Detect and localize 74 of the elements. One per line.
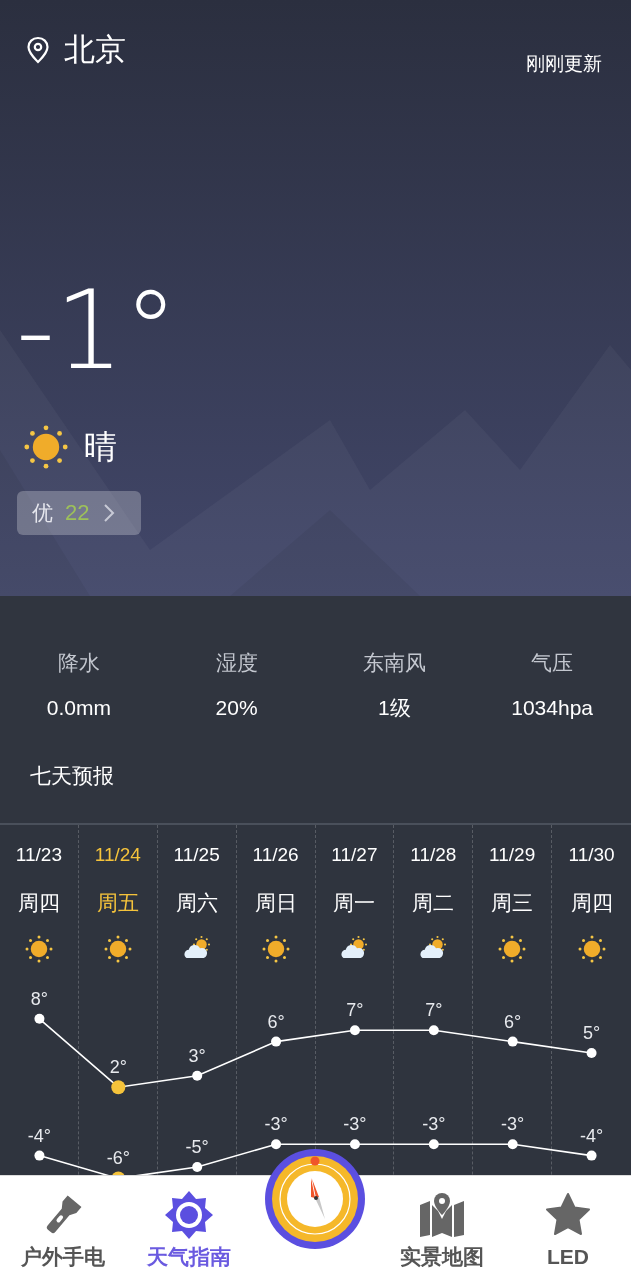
stat-label: 降水: [57, 652, 100, 673]
data-point: [349, 1139, 360, 1150]
nav-tab[interactable]: 实景地图: [378, 1176, 505, 1280]
data-point: [507, 1139, 518, 1150]
forecast-weekday: 周五: [96, 892, 139, 913]
data-point: [586, 1048, 597, 1058]
forecast-date: 11/28: [410, 845, 457, 864]
data-label: -5°: [185, 1137, 209, 1157]
data-label: 7°: [425, 1000, 443, 1021]
sun-icon: [497, 934, 528, 964]
sun-icon: [260, 934, 291, 964]
data-point: [34, 1150, 45, 1161]
data-label: -4°: [579, 1125, 604, 1146]
data-point: [428, 1025, 439, 1036]
chevron-right-icon: [103, 502, 116, 523]
data-label: 6°: [504, 1011, 522, 1032]
sun-icon: [102, 934, 133, 964]
stat-value: 20%: [215, 697, 258, 718]
map-icon: [417, 1191, 466, 1239]
forecast-date: 11/29: [489, 845, 536, 864]
current-temperature: -1°: [16, 276, 178, 385]
stat-label: 东南风: [362, 652, 426, 673]
data-point: [507, 1036, 518, 1047]
air-quality-button[interactable]: 优 22: [17, 490, 141, 535]
data-label: -4°: [27, 1125, 52, 1146]
data-label: -6°: [106, 1148, 130, 1169]
data-label: -3°: [422, 1114, 446, 1135]
data-label: -3°: [501, 1114, 525, 1135]
forecast-date: 11/24: [94, 845, 141, 864]
data-point: [192, 1070, 203, 1081]
compass-button[interactable]: [264, 1148, 367, 1250]
stat-value: 0.0mm: [46, 697, 111, 718]
data-label: 8°: [30, 990, 49, 1009]
data-point: [271, 1139, 282, 1150]
forecast-date: 11/27: [331, 845, 378, 864]
sun-icon: [576, 934, 607, 964]
forecast-weekday: 周三: [491, 892, 534, 913]
update-status: 刚刚更新: [526, 52, 602, 76]
stat-value: 1级: [378, 697, 411, 718]
data-label: 3°: [188, 1045, 206, 1066]
data-point: [586, 1150, 597, 1161]
forecast-weekday: 周日: [254, 892, 297, 913]
nav-tab[interactable]: LED: [504, 1176, 631, 1280]
data-label: 5°: [582, 1023, 601, 1043]
section-title: 七天预报: [29, 763, 115, 789]
weather-condition: 晴: [84, 430, 117, 463]
nav-tab[interactable]: 户外手电: [0, 1176, 127, 1280]
data-label: 7°: [346, 1000, 364, 1021]
stat-value: 1034hpa: [511, 697, 593, 718]
data-label: 2°: [109, 1057, 127, 1078]
forecast-weekday: 周一: [333, 892, 376, 913]
forecast-weekday: 周六: [175, 892, 218, 913]
forecast-weekday: 周四: [570, 892, 613, 913]
forecast-date: 11/30: [568, 845, 615, 864]
data-point: [111, 1080, 126, 1095]
data-label: -3°: [343, 1114, 367, 1135]
sun-icon: [23, 934, 54, 964]
forecast-date: 11/23: [15, 845, 62, 864]
forecast-date: 11/26: [252, 845, 299, 864]
data-point: [428, 1139, 439, 1150]
data-point: [34, 1013, 45, 1024]
location-pin-icon: [26, 35, 50, 64]
forecast-weekday: 周四: [17, 892, 60, 913]
city-name[interactable]: 北京: [64, 34, 126, 65]
data-label: -3°: [264, 1114, 288, 1135]
data-point: [192, 1162, 203, 1172]
nav-tab[interactable]: 天气指南: [126, 1176, 253, 1280]
data-point: [349, 1025, 360, 1036]
forecast-date: 11/25: [173, 845, 220, 864]
data-label: 6°: [267, 1011, 285, 1032]
stat-label: 气压: [531, 652, 574, 673]
stat-label: 湿度: [215, 652, 258, 673]
data-point: [271, 1036, 282, 1047]
forecast-weekday: 周二: [412, 892, 455, 913]
